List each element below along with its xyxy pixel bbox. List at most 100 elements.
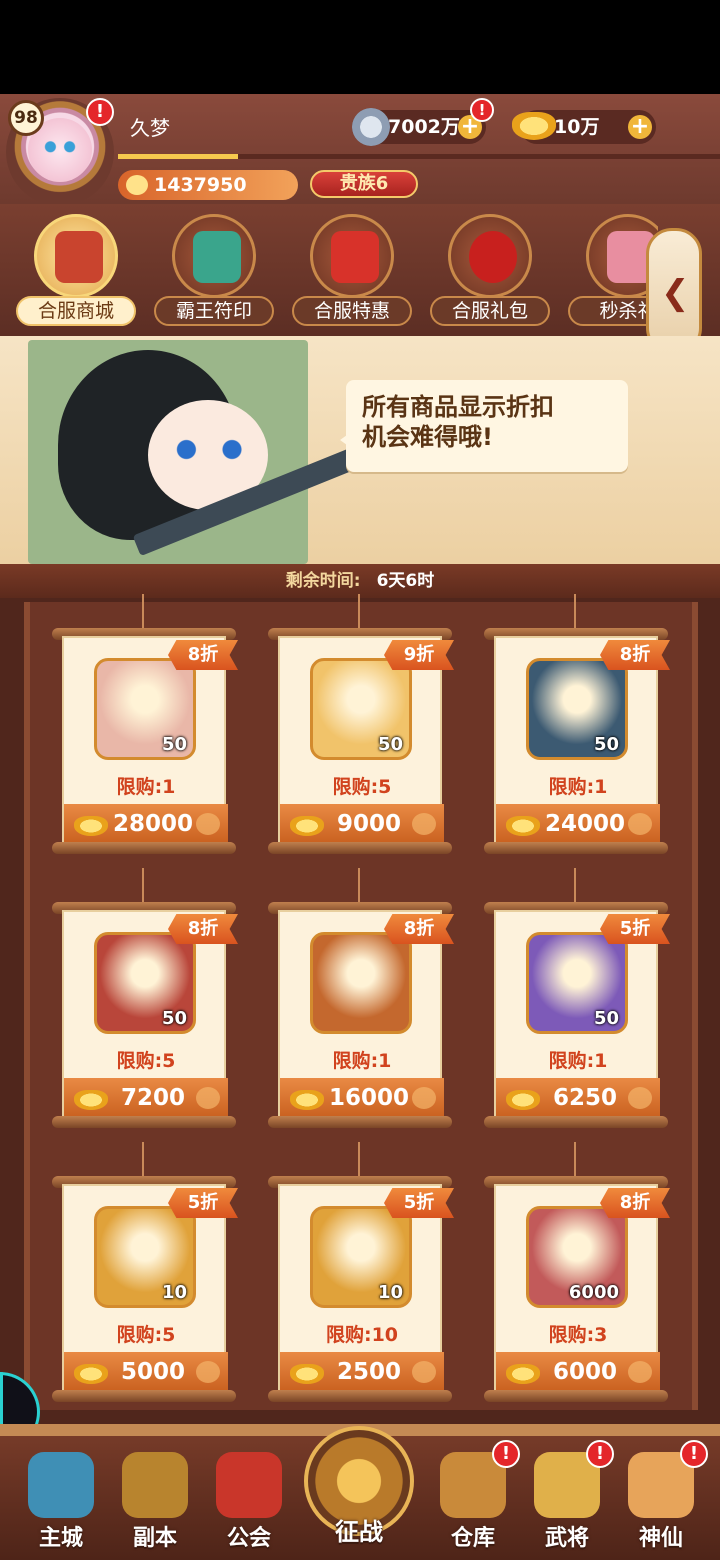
item-quantity: 50 — [161, 1008, 187, 1029]
card-body: 50 8折 限购:5 7200 — [62, 910, 238, 1120]
hanging-string — [574, 594, 576, 628]
nav-warehouse[interactable]: ! 仓库 — [430, 1440, 520, 1556]
gold-ingot-icon — [74, 1364, 108, 1384]
shop-grid: 50 8折 限购:1 28000 50 9折 限购:5 9000 50 8折 限购:1 24000 50… — [0, 594, 720, 1424]
nav-guild[interactable]: 公会 — [206, 1446, 292, 1556]
shop-item-card[interactable]: 10 5折 限购:5 5000 — [52, 1142, 238, 1402]
banner-message-line2: 机会难得哦! — [362, 423, 493, 451]
discount-tag: 8折 — [168, 914, 238, 944]
tab-icon-frame — [34, 214, 118, 298]
buy-button[interactable]: 16000 — [280, 1078, 444, 1118]
paw-icon — [628, 1087, 652, 1109]
buy-button[interactable]: 7200 — [64, 1078, 228, 1118]
nav-dungeon[interactable]: 副本 — [112, 1446, 198, 1556]
scroll-rod — [484, 842, 668, 854]
treasure-chest-icon — [331, 231, 379, 283]
hanging-string — [358, 594, 360, 628]
nav-generals[interactable]: ! 武将 — [524, 1440, 614, 1556]
shop-item-card[interactable]: 50 8折 限购:5 7200 — [52, 868, 238, 1128]
shop-item-card[interactable]: 50 8折 限购:1 28000 — [52, 594, 238, 854]
shop-item-card[interactable]: 50 8折 限购:1 24000 — [484, 594, 670, 854]
paw-icon — [196, 1087, 220, 1109]
purchase-limit: 限购:1 — [548, 1050, 608, 1072]
item-quantity: 50 — [593, 734, 619, 755]
speech-bubble: 所有商品显示折扣 机会难得哦! — [340, 380, 628, 472]
silver-coin-icon — [352, 108, 390, 146]
paw-icon — [412, 1087, 436, 1109]
item-icon: 50 — [526, 658, 628, 760]
power-pill: 1437950 — [118, 170, 298, 200]
tab-merged-gift[interactable]: 合服礼包 — [430, 214, 550, 330]
gold-ingot-icon — [506, 1090, 540, 1110]
nav-label: 神仙 — [638, 1526, 683, 1551]
gold-ingot-icon — [74, 816, 108, 836]
paw-icon — [412, 1361, 436, 1383]
buy-button[interactable]: 5000 — [64, 1352, 228, 1392]
item-price: 5000 — [120, 1359, 185, 1385]
scroll-rod — [484, 1116, 668, 1128]
shop-item-card[interactable]: 10 5折 限购:10 2500 — [268, 1142, 454, 1402]
hanging-string — [358, 1142, 360, 1176]
player-header: 98 ! 久梦 7002万 + ! 10万 + 1437950 贵族6 — [0, 94, 720, 206]
scroll-rod — [268, 1390, 452, 1402]
buy-button[interactable]: 24000 — [496, 804, 660, 844]
guild-flag-icon — [216, 1452, 282, 1518]
buy-button[interactable]: 6000 — [496, 1352, 660, 1392]
item-icon: 50 — [526, 932, 628, 1034]
tab-flash-sale[interactable]: 秒杀礼 — [568, 214, 658, 330]
hero-illustration — [28, 340, 364, 564]
gold-ingot-icon — [506, 1364, 540, 1384]
purchase-limit: 限购:3 — [548, 1324, 608, 1346]
item-icon: 10 — [94, 1206, 196, 1308]
hanging-string — [142, 868, 144, 902]
tab-icon-frame — [172, 214, 256, 298]
card-body: 50 5折 限购:1 6250 — [494, 910, 670, 1120]
exp-bar — [118, 154, 720, 159]
buy-button[interactable]: 28000 — [64, 804, 228, 844]
add-gold-button[interactable]: + — [628, 115, 652, 139]
shop-item-card[interactable]: 8折 限购:1 16000 — [268, 868, 454, 1128]
power-value: 1437950 — [154, 174, 247, 196]
shop-item-card[interactable]: 50 5折 限购:1 6250 — [484, 868, 670, 1128]
item-quantity: 50 — [593, 1008, 619, 1029]
shop-item-card[interactable]: 50 9折 限购:5 9000 — [268, 594, 454, 854]
banner-message: 所有商品显示折扣 机会难得哦! — [362, 392, 624, 452]
tab-overlord-seal[interactable]: 霸王符印 — [154, 214, 274, 330]
paw-icon — [412, 813, 436, 835]
buy-button[interactable]: 2500 — [280, 1352, 444, 1392]
shop-item-card[interactable]: 6000 8折 限购:3 6000 — [484, 1142, 670, 1402]
nav-label: 仓库 — [450, 1526, 495, 1551]
shop-tabs: 合服商城 霸王符印 合服特惠 合服礼包 秒杀礼 — [0, 204, 720, 336]
silver-amount: 7002万 — [388, 116, 460, 138]
hanging-string — [142, 594, 144, 628]
nav-campaign[interactable]: 征战 — [300, 1416, 418, 1556]
tab-merged-mall[interactable]: 合服商城 — [16, 214, 136, 330]
tab-merged-special[interactable]: 合服特惠 — [292, 214, 412, 330]
discount-tag: 5折 — [384, 1188, 454, 1218]
status-area — [0, 0, 720, 94]
nav-immortal[interactable]: ! 神仙 — [618, 1440, 708, 1556]
item-price: 2500 — [336, 1359, 401, 1385]
gold-ingot-icon — [290, 1090, 324, 1110]
card-body: 50 8折 限购:1 24000 — [494, 636, 670, 846]
promo-banner: 所有商品显示折扣 机会难得哦! — [0, 336, 720, 564]
gold-ingot-icon — [290, 816, 324, 836]
item-quantity: 10 — [161, 1282, 187, 1303]
item-quantity: 50 — [377, 734, 403, 755]
nav-label: 武将 — [544, 1526, 589, 1551]
item-price: 6000 — [552, 1359, 617, 1385]
gold-ingot-icon — [506, 816, 540, 836]
noble-badge[interactable]: 贵族6 — [310, 170, 418, 198]
remaining-time-label: 剩余时间: — [285, 571, 361, 591]
gold-currency: 10万 + — [512, 110, 656, 144]
paw-icon — [196, 1361, 220, 1383]
paw-icon — [126, 175, 148, 195]
player-name: 久梦 — [130, 116, 170, 140]
buy-button[interactable]: 6250 — [496, 1078, 660, 1118]
scroll-rod — [52, 1390, 236, 1402]
nav-main-city[interactable]: 主城 — [18, 1446, 104, 1556]
avatar[interactable]: 98 ! — [6, 98, 114, 206]
hanging-string — [574, 868, 576, 902]
buy-button[interactable]: 9000 — [280, 804, 444, 844]
tab-label: 合服商城 — [16, 296, 136, 326]
